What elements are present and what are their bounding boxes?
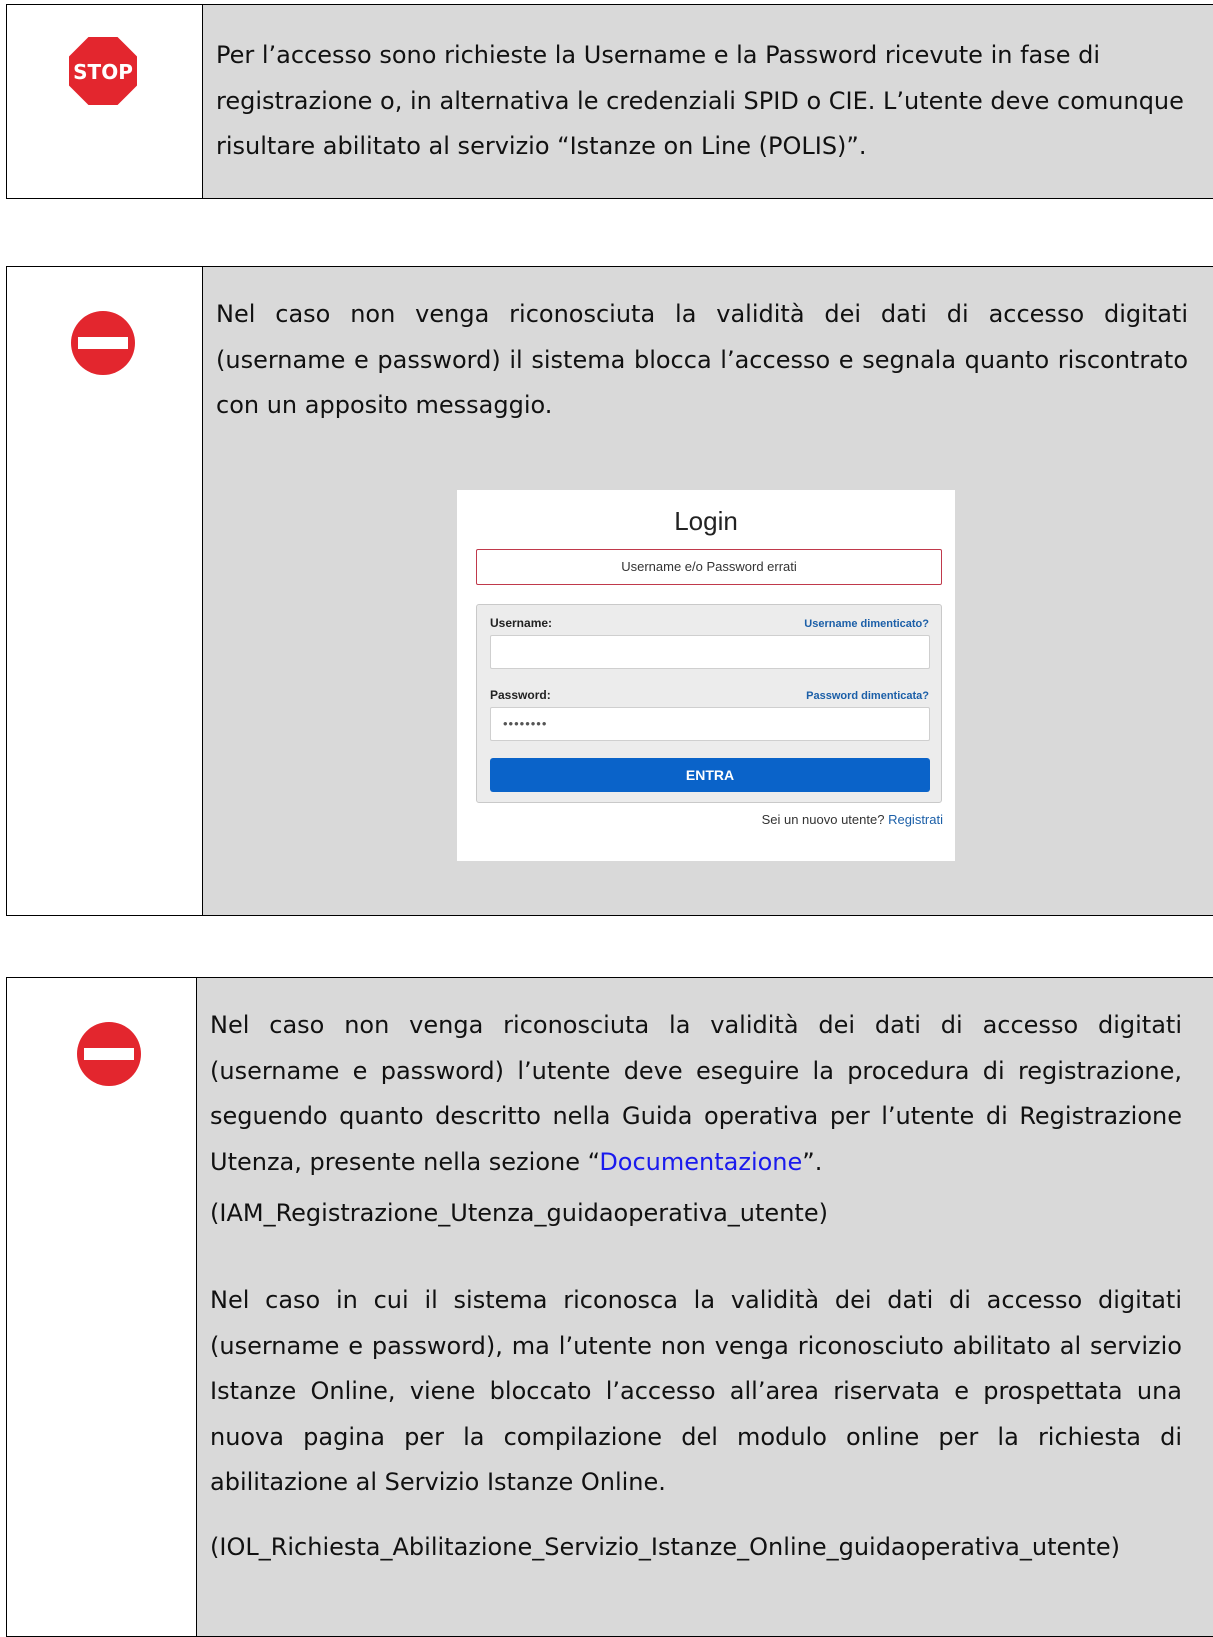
notice-box-registration: Nel caso non venga riconosciuta la valid… bbox=[6, 977, 1213, 1637]
icon-column bbox=[7, 978, 197, 1636]
login-submit-button[interactable]: ENTRA bbox=[490, 758, 930, 792]
text-column: Per l’accesso sono richieste la Username… bbox=[204, 5, 1213, 198]
enablement-paragraph: Nel caso in cui il sistema riconosca la … bbox=[210, 1286, 1182, 1496]
username-input[interactable] bbox=[490, 635, 930, 669]
password-forgot-link[interactable]: Password dimenticata? bbox=[806, 690, 929, 702]
icon-column: STOP bbox=[7, 5, 203, 198]
notice-box-stop: STOP Per l’accesso sono richieste la Use… bbox=[6, 4, 1213, 199]
text-column: Nel caso non venga riconosciuta la valid… bbox=[204, 267, 1213, 915]
new-user-text: Sei un nuovo utente? bbox=[761, 812, 885, 827]
text-column: Nel caso non venga riconosciuta la valid… bbox=[198, 978, 1213, 1636]
documentazione-link[interactable]: Documentazione bbox=[599, 1148, 802, 1176]
icon-column bbox=[7, 267, 203, 915]
register-prompt: Sei un nuovo utente? Registrati bbox=[762, 812, 943, 827]
registration-text-end: ”. bbox=[802, 1147, 823, 1176]
login-error-message: Username e/o Password errati bbox=[476, 549, 942, 585]
notice-box-login-error: Nel caso non venga riconosciuta la valid… bbox=[6, 266, 1213, 916]
registration-paragraph: Nel caso non venga riconosciuta la valid… bbox=[210, 1003, 1182, 1185]
password-input[interactable]: •••••••• bbox=[490, 707, 930, 741]
notice-text: Per l’accesso sono richieste la Username… bbox=[216, 41, 1184, 160]
username-forgot-link[interactable]: Username dimenticato? bbox=[804, 618, 929, 630]
stop-sign-icon: STOP bbox=[67, 35, 139, 107]
password-label: Password: bbox=[490, 688, 551, 702]
login-screenshot: Login Username e/o Password errati Usern… bbox=[457, 490, 955, 861]
login-title: Login bbox=[674, 506, 738, 536]
username-label: Username: bbox=[490, 616, 553, 630]
notice-text: Nel caso non venga riconosciuta la valid… bbox=[216, 300, 1188, 419]
enablement-guide-ref: (IOL_Richiesta_Abilitazione_Servizio_Ist… bbox=[210, 1533, 1121, 1561]
registration-guide-ref: (IAM_Registrazione_Utenza_guidaoperativa… bbox=[210, 1199, 828, 1227]
no-entry-icon bbox=[71, 311, 135, 375]
register-link[interactable]: Registrati bbox=[888, 812, 943, 827]
no-entry-icon bbox=[77, 1022, 141, 1086]
stop-sign-text: STOP bbox=[73, 60, 133, 84]
login-form-panel: Username: Username dimenticato? Password… bbox=[476, 604, 942, 803]
